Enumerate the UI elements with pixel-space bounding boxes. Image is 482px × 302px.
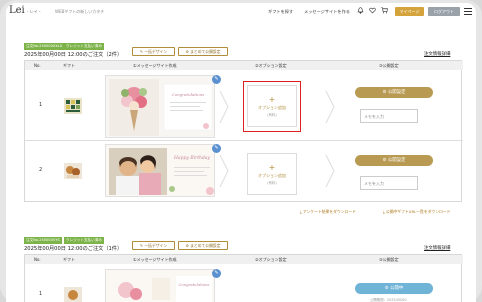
col-publish: ③公開設定 — [379, 63, 399, 68]
pencil-icon: ✎ — [139, 243, 144, 248]
bulk-public-button[interactable]: ⚙ まとめて公開設定 — [178, 47, 228, 56]
col-gift: ギフト — [63, 63, 75, 68]
col-publish: ③公開設定 — [379, 257, 399, 262]
highlight-box — [243, 81, 301, 132]
row-number: 1 — [39, 291, 43, 297]
col-message-site: ①メッセージサイト作成 — [133, 63, 177, 68]
download-icon: ⤓ — [383, 209, 385, 214]
table-header: No. ギフト ①メッセージサイト作成 ②オプション設定 ③公開設定 — [25, 255, 463, 264]
publish-settings-button[interactable]: ⚙ 公開設定 — [355, 87, 433, 98]
publish-label: 公開設定 — [387, 158, 406, 163]
chevron-right-icon — [219, 90, 229, 124]
col-gift: ギフト — [63, 257, 75, 262]
order-number-tag: 注文No.250000VYS — [24, 237, 62, 244]
col-no: No. — [34, 257, 41, 262]
row-number: 1 — [39, 102, 43, 108]
credit-paid-tag: クレジット支払い済み — [64, 43, 104, 50]
heart-icon[interactable] — [368, 7, 376, 15]
edit-pencil-icon[interactable]: ✎ — [212, 75, 221, 84]
add-option-label: オプション追加 — [258, 173, 286, 178]
gift-thumbnail[interactable] — [63, 161, 83, 181]
published-button[interactable]: ⚙ 公開中 — [355, 283, 433, 294]
published-label: 公開中 — [390, 286, 404, 291]
publish-label: 公開設定 — [387, 90, 406, 95]
col-option: ②オプション設定 — [255, 257, 287, 262]
message-site-preview[interactable]: Congratulations — [105, 269, 215, 302]
gift-thumbnail[interactable] — [63, 285, 83, 302]
order-title: 2025年00月00日 12:00のご注文（2件） — [24, 52, 123, 58]
cart-icon[interactable] — [380, 7, 388, 15]
message-site-preview[interactable]: Happy Birthday — [105, 144, 215, 197]
download-survey-label: アンケート結果をダウンロード — [302, 209, 356, 214]
publish-period: 公開期間：2025/00/00 — [370, 298, 407, 302]
download-urls-link[interactable]: ⤓ 公開中ギフトURL一覧をダウンロード — [383, 209, 450, 215]
col-message-site: ①メッセージサイト作成 — [133, 257, 177, 262]
nav-create-site[interactable]: メッセージサイトを作る — [304, 9, 350, 15]
bulk-public-label: まとめて公開設定 — [190, 49, 221, 54]
logout-button[interactable]: ログアウト — [428, 7, 460, 16]
row-number: 2 — [39, 167, 43, 173]
order-number-tag: 注文No.250000XXLX — [24, 43, 65, 50]
nav-find-gift[interactable]: ギフトを探す — [268, 9, 293, 15]
chevron-right-icon — [325, 90, 335, 124]
order-detail-link[interactable]: 注文情報詳細 — [424, 51, 450, 57]
svg-text:Congratulations: Congratulations — [172, 92, 205, 97]
order-table: No. ギフト ①メッセージサイト作成 ②オプション設定 ③公開設定 1 Con… — [24, 254, 463, 302]
row-divider — [25, 140, 463, 141]
logo-subtitle: - レイ - — [27, 9, 41, 14]
browser-screen: Lei - レイ - WEBギフトの新しいカタチ ギフトを探す メッセージサイト… — [6, 3, 476, 302]
gear-icon: ⚙ — [382, 158, 387, 163]
chevron-right-icon — [325, 154, 335, 188]
mypage-button[interactable]: マイページ — [395, 7, 424, 16]
download-survey-link[interactable]: ⤓ アンケート結果をダウンロード — [300, 209, 356, 215]
logo[interactable]: Lei — [9, 5, 25, 16]
memo-input[interactable]: メモを入力 — [360, 176, 418, 190]
paid-note: (有料) — [267, 181, 277, 185]
order-detail-link[interactable]: 注文情報詳細 — [424, 245, 450, 251]
table-header: No. ギフト ①メッセージサイト作成 ②オプション設定 ③公開設定 — [25, 61, 463, 70]
memo-input[interactable]: メモを入力 — [360, 109, 418, 123]
col-option: ②オプション設定 — [255, 63, 287, 68]
svg-text:Congratulations: Congratulations — [178, 282, 209, 287]
gear-icon: ⚙ — [185, 49, 189, 54]
bulk-design-label: 一括デザイン — [144, 243, 168, 248]
publish-settings-button[interactable]: ⚙ 公開設定 — [355, 155, 433, 166]
site-header: Lei - レイ - WEBギフトの新しいカタチ ギフトを探す メッセージサイト… — [6, 3, 476, 22]
pencil-icon: ✎ — [139, 49, 144, 54]
credit-paid-tag: クレジット支払い済み — [64, 237, 104, 244]
bell-icon[interactable] — [356, 7, 364, 15]
svg-text:Happy Birthday: Happy Birthday — [173, 155, 211, 161]
col-no: No. — [34, 63, 41, 68]
bulk-design-button[interactable]: ✎ 一括デザイン — [132, 241, 175, 250]
hamburger-menu-icon[interactable] — [464, 8, 472, 15]
order-table: No. ギフト ①メッセージサイト作成 ②オプション設定 ③公開設定 1 Con… — [24, 60, 463, 202]
tagline: WEBギフトの新しいカタチ — [55, 9, 105, 14]
bulk-public-label: まとめて公開設定 — [190, 243, 221, 248]
download-urls-label: 公開中ギフトURL一覧をダウンロード — [385, 209, 451, 214]
gear-icon: ⚙ — [185, 243, 189, 248]
gear-icon: ⚙ — [382, 90, 387, 95]
edit-pencil-icon[interactable]: ✎ — [212, 144, 221, 153]
gift-thumbnail[interactable] — [63, 96, 83, 116]
bulk-public-button[interactable]: ⚙ まとめて公開設定 — [178, 241, 228, 250]
bulk-design-label: 一括デザイン — [144, 49, 168, 54]
add-option-box[interactable]: + オプション追加 (有料) — [247, 153, 297, 195]
gear-icon: ⚙ — [384, 286, 389, 291]
chevron-right-icon — [219, 154, 229, 188]
message-site-preview[interactable]: Congratulations — [105, 75, 215, 138]
plus-icon: + — [268, 163, 276, 172]
order-title: 2025年00月00日 12:00のご注文（1件） — [24, 246, 123, 252]
edit-pencil-icon[interactable]: ✎ — [212, 269, 221, 278]
bulk-design-button[interactable]: ✎ 一括デザイン — [132, 47, 175, 56]
download-icon: ⤓ — [300, 209, 302, 214]
